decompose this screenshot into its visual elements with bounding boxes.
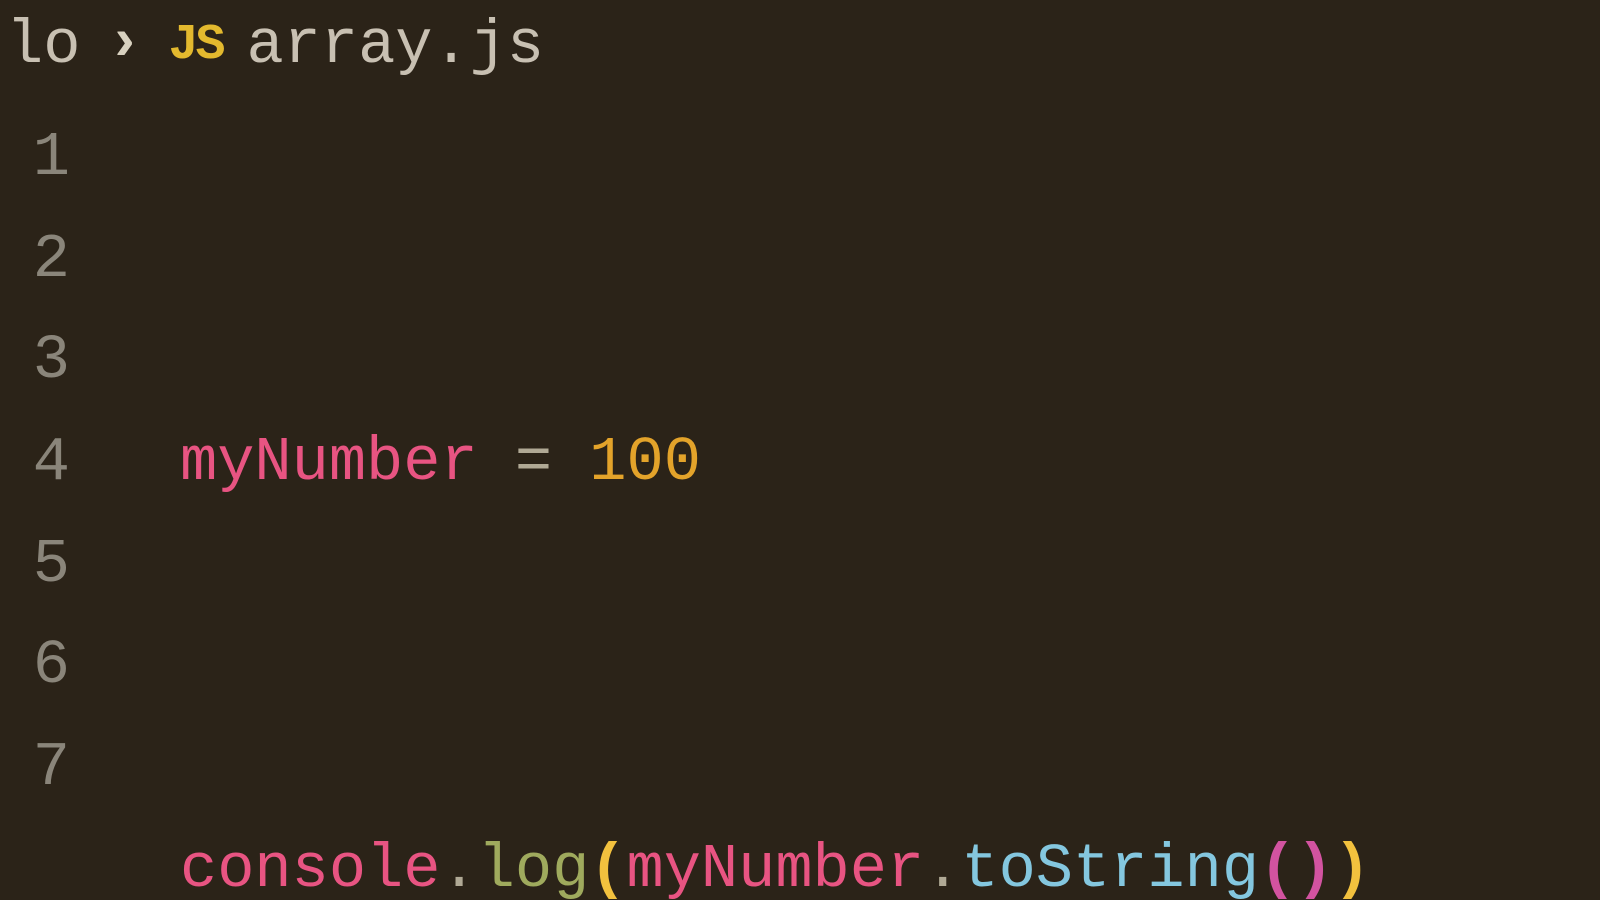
javascript-file-icon: JS — [168, 17, 222, 74]
breadcrumb-file-name: array.js — [246, 10, 544, 81]
token-number: 100 — [589, 427, 701, 498]
token-paren: ) — [1333, 834, 1370, 900]
token-method: log — [478, 834, 590, 900]
line-number: 4 — [0, 412, 70, 514]
chevron-right-icon: › — [106, 10, 142, 78]
token-paren: ( — [1259, 834, 1296, 900]
token-punct: . — [440, 834, 477, 900]
code-area[interactable]: 1 2 3 4 5 6 7 myNumber = 100 console.log… — [0, 81, 1600, 900]
token-identifier: myNumber — [180, 427, 478, 498]
line-number: 1 — [0, 107, 70, 209]
code-editor: lo › JS array.js 1 2 3 4 5 6 7 myNumber … — [0, 0, 1600, 900]
code-line[interactable]: console.log(myNumber.toString()) — [180, 819, 1371, 900]
token-paren: ( — [589, 834, 626, 900]
line-number-gutter: 1 2 3 4 5 6 7 — [0, 107, 70, 900]
token-identifier: myNumber — [627, 834, 925, 900]
code-content[interactable]: myNumber = 100 console.log(myNumber.toSt… — [70, 107, 1371, 900]
breadcrumb-file[interactable]: JS array.js — [168, 10, 544, 81]
token-paren: ) — [1296, 834, 1333, 900]
line-number: 5 — [0, 514, 70, 616]
token-operator: = — [478, 427, 590, 498]
line-number: 2 — [0, 209, 70, 311]
token-punct: . — [924, 834, 961, 900]
breadcrumb-folder[interactable]: lo — [6, 10, 80, 81]
line-number: 3 — [0, 310, 70, 412]
token-identifier: console — [180, 834, 440, 900]
token-method: toString — [961, 834, 1259, 900]
code-line[interactable]: myNumber = 100 — [180, 412, 1371, 514]
line-number: 7 — [0, 717, 70, 819]
line-number: 6 — [0, 615, 70, 717]
breadcrumb[interactable]: lo › JS array.js — [0, 0, 1600, 81]
